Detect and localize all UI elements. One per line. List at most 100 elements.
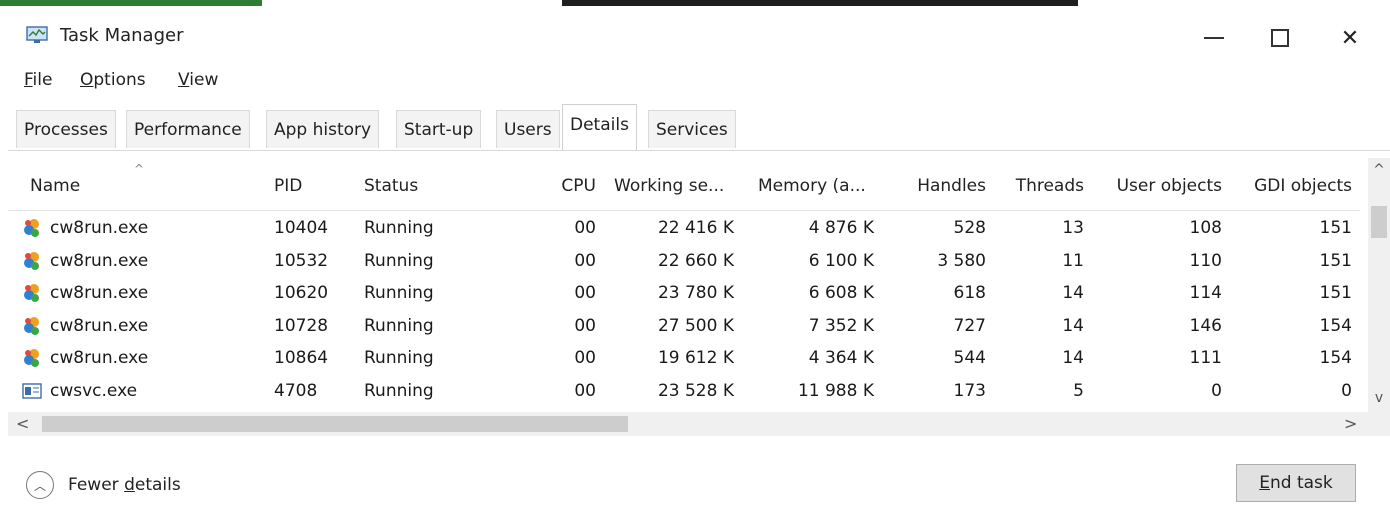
table-row[interactable]: cwsvc.exe 4708 Running 00 23 528 K 11 988 K 17… — [8, 375, 1360, 408]
vertical-scroll-thumb[interactable] — [1371, 206, 1387, 238]
scrollbar-corner — [1366, 412, 1390, 436]
menu-options-mnemonic: O — [80, 70, 94, 90]
background-strip-dark — [562, 0, 1078, 6]
cell-pid: 10620 — [274, 283, 329, 303]
column-header-handles[interactable]: Handles — [888, 176, 986, 196]
vertical-scrollbar[interactable]: ^ v — [1368, 158, 1390, 412]
cell-threads: 5 — [1073, 380, 1084, 401]
cell-threads: 14 — [1062, 348, 1084, 368]
tab-performance[interactable]: Performance — [126, 110, 250, 148]
tab-start-up[interactable]: Start-up — [396, 110, 482, 148]
menu-view[interactable]: View — [178, 70, 218, 90]
cell-name: cw8run.exe — [50, 250, 149, 271]
background-strip — [0, 0, 1390, 8]
minimize-button[interactable] — [1184, 18, 1244, 58]
horizontal-scroll-thumb[interactable] — [42, 416, 628, 432]
close-button[interactable]: ✕ — [1320, 18, 1380, 58]
task-manager-app-icon — [26, 26, 48, 43]
title-bar[interactable]: Task Manager ✕ — [8, 8, 1390, 62]
cell-memory: 6 608 K — [808, 283, 874, 303]
cell-working-set: 19 612 K — [657, 348, 734, 368]
cell-memory: 6 100 K — [808, 250, 874, 271]
cell-working-set: 23 528 K — [657, 380, 734, 401]
fewer-details-text-b: etails — [134, 475, 181, 495]
tab-app-history[interactable]: App history — [266, 110, 380, 148]
cell-name: cw8run.exe — [50, 218, 149, 238]
column-header-cpu[interactable]: CPU — [524, 176, 596, 196]
cell-gdi-objects: 0 — [1341, 380, 1352, 401]
cell-handles: 173 — [953, 380, 986, 401]
cell-gdi-objects: 154 — [1319, 348, 1352, 368]
cell-name: cwsvc.exe — [50, 380, 138, 401]
cell-handles: 528 — [953, 218, 986, 238]
cell-memory: 4 364 K — [808, 348, 874, 368]
cell-pid: 4708 — [274, 380, 318, 401]
cell-name: cw8run.exe — [50, 315, 149, 336]
end-task-mnemonic: E — [1259, 473, 1270, 493]
fewer-details-button[interactable]: ︿ Fewer details — [26, 470, 181, 500]
cell-pid: 10532 — [274, 250, 329, 271]
scroll-down-icon[interactable]: v — [1368, 390, 1390, 406]
scroll-up-icon[interactable]: ^ — [1368, 162, 1390, 178]
cell-cpu: 00 — [574, 218, 596, 238]
cw8run-icon — [24, 219, 39, 237]
table-row[interactable]: cw8run.exe 10620 Running 00 23 780 K 6 608 K 6… — [8, 277, 1360, 310]
scroll-left-icon[interactable]: < — [16, 414, 29, 433]
cell-user-objects: 110 — [1189, 250, 1222, 271]
column-header-threads[interactable]: Threads — [998, 176, 1084, 196]
menu-file[interactable]: File — [24, 70, 52, 90]
service-icon — [22, 382, 42, 399]
column-header-name[interactable]: Name — [30, 176, 80, 196]
cell-handles: 727 — [953, 315, 986, 336]
cell-working-set: 23 780 K — [657, 283, 734, 303]
cell-working-set: 27 500 K — [657, 315, 734, 336]
column-header-gdi-objects[interactable]: GDI objects — [1234, 176, 1352, 196]
end-task-button[interactable]: End task — [1236, 464, 1356, 502]
menu-file-label: ile — [32, 70, 53, 90]
tab-bar: Processes Performance App history Start-… — [8, 102, 1390, 151]
cell-threads: 14 — [1062, 283, 1084, 303]
cell-status: Running — [364, 250, 434, 271]
cell-cpu: 00 — [574, 380, 596, 401]
close-icon: ✕ — [1340, 25, 1360, 51]
menu-options-label: ptions — [93, 70, 146, 90]
tab-details[interactable]: Details — [562, 104, 637, 150]
horizontal-scrollbar[interactable]: < > — [8, 412, 1366, 436]
column-header-user-objects[interactable]: User objects — [1096, 176, 1222, 196]
cell-name: cw8run.exe — [50, 283, 149, 303]
maximize-button[interactable] — [1250, 18, 1310, 58]
column-header-pid[interactable]: PID — [274, 176, 302, 196]
cell-status: Running — [364, 218, 434, 238]
table-row[interactable]: cw8run.exe 10864 Running 00 19 612 K 4 364 K 5… — [8, 342, 1360, 375]
cell-cpu: 00 — [574, 250, 596, 271]
cell-handles: 3 580 — [937, 250, 986, 271]
scroll-right-icon[interactable]: > — [1344, 414, 1357, 433]
cell-pid: 10728 — [274, 315, 329, 336]
fewer-details-label: Fewer details — [68, 475, 181, 495]
cell-memory: 11 988 K — [797, 380, 874, 401]
column-header-working-set[interactable]: Working se... — [614, 176, 724, 196]
cell-working-set: 22 416 K — [657, 218, 734, 238]
table-row[interactable]: cw8run.exe 10728 Running 00 27 500 K 7 352 K 7… — [8, 310, 1360, 343]
end-task-label: nd task — [1269, 473, 1333, 493]
cell-threads: 14 — [1062, 315, 1084, 336]
window-title: Task Manager — [60, 25, 184, 46]
cell-threads: 11 — [1062, 250, 1084, 271]
table-row[interactable]: cw8run.exe 10532 Running 00 22 660 K 6 100 K 3… — [8, 245, 1360, 278]
column-header-memory[interactable]: Memory (a... — [758, 176, 866, 196]
menu-view-mnemonic: V — [178, 70, 190, 90]
tab-services[interactable]: Services — [648, 110, 736, 148]
tab-users[interactable]: Users — [496, 110, 560, 148]
tab-processes[interactable]: Processes — [16, 110, 116, 148]
fewer-details-mnemonic: d — [124, 475, 135, 495]
cell-user-objects: 146 — [1189, 315, 1222, 336]
table-row[interactable]: cw8run.exe 10404 Running 00 22 416 K 4 876 K 5… — [8, 212, 1360, 245]
task-manager-window: Task Manager ✕ File Options View Process… — [8, 8, 1390, 520]
cw8run-icon — [24, 316, 39, 335]
menu-options[interactable]: Options — [80, 70, 146, 90]
cell-gdi-objects: 151 — [1319, 283, 1352, 303]
background-strip-green — [0, 0, 262, 6]
column-header-status[interactable]: Status — [364, 176, 418, 196]
cell-working-set: 22 660 K — [657, 250, 734, 271]
chevron-up-icon: ︿ — [26, 471, 54, 499]
